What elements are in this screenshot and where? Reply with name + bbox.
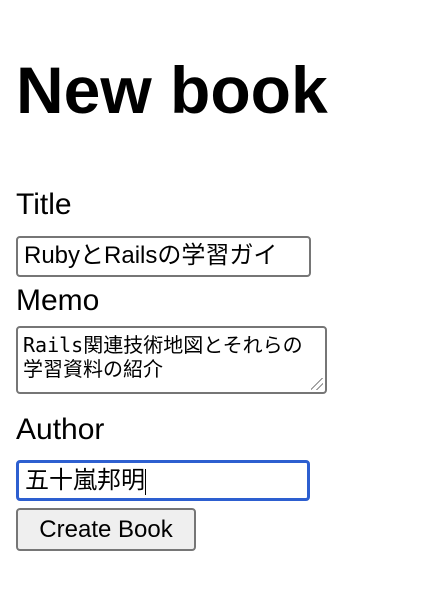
- page-title: New book: [16, 53, 328, 127]
- author-input-value: 五十嵐邦明: [25, 467, 145, 494]
- author-input[interactable]: 五十嵐邦明: [16, 460, 310, 501]
- memo-textarea-value: Rails関連技術地図とそれらの学習資料の紹介: [23, 333, 303, 381]
- author-label: Author: [16, 413, 105, 446]
- resize-handle-icon[interactable]: [311, 378, 323, 390]
- title-input[interactable]: RubyとRailsの学習ガイ: [16, 236, 311, 277]
- title-input-value: RubyとRailsの学習ガイ: [24, 242, 278, 269]
- memo-label: Memo: [16, 284, 100, 317]
- text-caret: [145, 468, 146, 495]
- create-book-button[interactable]: Create Book: [16, 508, 196, 551]
- title-label: Title: [16, 188, 72, 221]
- memo-textarea[interactable]: Rails関連技術地図とそれらの学習資料の紹介: [16, 326, 327, 394]
